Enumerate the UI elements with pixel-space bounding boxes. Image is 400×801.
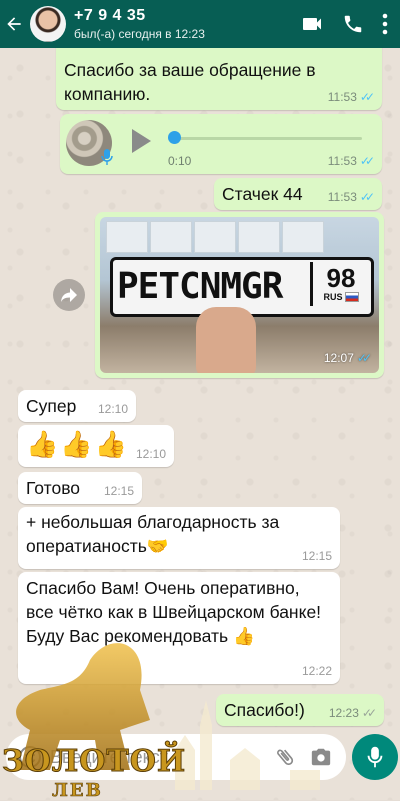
delivered-ticks-icon: ✓✓ — [361, 706, 377, 721]
more-vert-icon[interactable] — [382, 13, 388, 35]
message-incoming[interactable]: Спасибо Вам! Очень оперативно, все чётко… — [18, 572, 340, 684]
back-arrow-icon — [7, 17, 21, 31]
plate-region-block: 98 RUS — [310, 262, 369, 306]
message-time: 12:10 — [97, 402, 128, 417]
photo[interactable]: PETCNMGR 98 RUS 12:07 ✓✓ — [100, 217, 379, 373]
camera-icon[interactable] — [310, 746, 332, 768]
read-ticks-icon: ✓✓ — [359, 154, 375, 169]
poster — [282, 221, 324, 253]
mic-icon — [101, 149, 113, 165]
poster — [150, 221, 192, 253]
phone-icon[interactable] — [342, 13, 364, 35]
contact-name: +7 9 4 35 — [74, 7, 146, 25]
voice-duration: 0:10 — [168, 154, 192, 169]
message-time: 12:15 — [301, 549, 332, 564]
contact-status: был(-а) сегодня в 12:23 — [74, 26, 205, 41]
message-time: 12:15 — [103, 484, 134, 499]
message-time: 11:53 — [327, 190, 357, 205]
share-button[interactable] — [53, 279, 85, 311]
hand — [196, 307, 256, 373]
message-text: + небольшая благодарность за оператианос… — [26, 512, 280, 557]
read-ticks-icon: ✓✓ — [359, 190, 375, 205]
poster — [194, 221, 236, 253]
message-time: 12:07 — [323, 351, 354, 366]
poster — [106, 221, 148, 253]
watermark-subtitle: ЛЕВ — [52, 780, 103, 801]
share-icon — [61, 288, 77, 302]
message-incoming[interactable]: Супер 12:10 — [18, 390, 136, 422]
chat-header: +7 9 4 35 был(-а) сегодня в 12:23 — [0, 0, 400, 48]
message-time: 12:10 — [135, 447, 166, 462]
plate-country: RUS — [323, 291, 343, 302]
attach-icon[interactable] — [274, 746, 296, 768]
message-time: 11:53 — [327, 90, 357, 105]
watermark-title: ЗОЛОТОЙ — [1, 744, 187, 780]
mic-icon — [367, 746, 383, 768]
voice-progress-track[interactable] — [172, 137, 362, 140]
voice-message[interactable]: 0:10 11:53 ✓✓ — [60, 114, 382, 174]
message-outgoing[interactable]: Спасибо за ваше обращение в компанию. 11… — [56, 40, 382, 110]
message-outgoing[interactable]: Спасибо!) 12:23 ✓✓ — [216, 694, 384, 726]
message-time: 11:53 — [327, 154, 357, 169]
message-text: Спасибо Вам! Очень оперативно, все чётко… — [26, 578, 322, 647]
read-ticks-icon: ✓✓ — [356, 351, 372, 366]
message-time: 12:22 — [301, 664, 332, 679]
plate-number: PETCNMGR — [117, 266, 283, 308]
voice-progress-knob[interactable] — [168, 131, 181, 144]
video-call-icon[interactable] — [300, 12, 324, 36]
message-incoming[interactable]: Готово 12:15 — [18, 472, 142, 504]
image-message[interactable]: PETCNMGR 98 RUS 12:07 ✓✓ — [95, 212, 384, 378]
message-outgoing[interactable]: Стачек 44 11:53 ✓✓ — [214, 178, 382, 210]
back-button[interactable] — [0, 0, 28, 48]
play-icon[interactable] — [130, 128, 152, 154]
poster — [238, 221, 280, 253]
message-time: 12:23 — [328, 706, 359, 721]
message-incoming[interactable]: 👍👍👍 12:10 — [18, 425, 174, 467]
read-ticks-icon: ✓✓ — [359, 90, 375, 105]
contact-avatar[interactable] — [30, 6, 66, 42]
message-incoming[interactable]: + небольшая благодарность за оператианос… — [18, 507, 340, 569]
plate-region: 98 — [326, 262, 356, 293]
russia-flag-icon — [344, 292, 359, 302]
contact-info[interactable]: +7 9 4 35 был(-а) сегодня в 12:23 — [74, 7, 300, 41]
voice-record-button[interactable] — [352, 734, 398, 780]
